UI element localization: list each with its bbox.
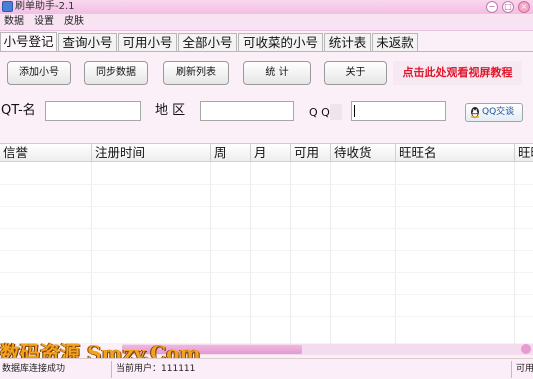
app-icon (2, 1, 13, 12)
qq-label-decoration (330, 104, 342, 120)
statistics-button[interactable]: 统 计 (243, 61, 311, 85)
column-register-time[interactable]: 注册时间 (92, 144, 210, 162)
refresh-list-button[interactable]: 刷新列表 (163, 61, 229, 85)
grid-line (0, 206, 533, 207)
current-user: 当前用户：111111 (114, 361, 512, 378)
tutorial-video-link[interactable]: 点击此处观看视屏教程 (393, 61, 522, 85)
grid-line (0, 250, 533, 251)
sync-data-button[interactable]: 同步数据 (84, 61, 148, 85)
menu-settings[interactable]: 设置 (32, 14, 56, 30)
qq-penguin-icon (470, 107, 480, 119)
tab-register-account[interactable]: 小号登记 (0, 32, 57, 52)
column-reputation[interactable]: 信誉 (0, 144, 91, 162)
scroll-right-icon[interactable] (521, 344, 531, 354)
status-right: 可用 (516, 364, 533, 374)
tab-unrefunded[interactable]: 未返款 (372, 33, 418, 52)
status-bar: 数据库连接成功 当前用户：111111 可用 (0, 358, 533, 379)
region-label: 地 区 (155, 103, 186, 118)
text-caret (354, 105, 355, 117)
qq-input[interactable] (351, 101, 446, 121)
maximize-icon[interactable]: □ (502, 1, 514, 13)
tab-all-accounts[interactable]: 全部小号 (178, 33, 237, 52)
grid-line (0, 272, 533, 273)
title-bar: 刷单助手-2.1 − □ × (0, 0, 533, 14)
window-controls: − □ × (486, 1, 530, 13)
tab-divider (0, 51, 533, 52)
window-title: 刷单助手-2.1 (15, 1, 75, 12)
tab-harvestable-accounts[interactable]: 可收菜的小号 (238, 33, 323, 52)
grid-line (0, 228, 533, 229)
close-icon[interactable]: × (518, 1, 530, 13)
qq-chat-label: QQ交谈 (482, 107, 515, 117)
table-header: 信誉 注册时间 周 月 可用 待收货 旺旺名 旺旺 (0, 144, 533, 162)
db-status: 数据库连接成功 (0, 361, 112, 378)
account-table[interactable]: 信誉 注册时间 周 月 可用 待收货 旺旺名 旺旺 (0, 143, 533, 344)
menu-bar: 数据 设置 皮肤 (0, 14, 533, 31)
qt-name-input[interactable] (45, 101, 141, 121)
region-input[interactable] (200, 101, 294, 121)
current-user-label: 当前用户： (116, 364, 162, 374)
tab-statistics[interactable]: 统计表 (324, 33, 371, 52)
grid-line (0, 294, 533, 295)
column-pending-receipt[interactable]: 待收货 (331, 144, 395, 162)
qq-label: Q Q (309, 106, 330, 119)
qq-chat-button[interactable]: QQ交谈 (465, 103, 523, 122)
grid-line (0, 184, 533, 185)
qt-name-label: QT-名 (1, 103, 36, 118)
column-available[interactable]: 可用 (291, 144, 330, 162)
add-account-button[interactable]: 添加小号 (7, 61, 71, 85)
column-wangwang-name[interactable]: 旺旺名 (396, 144, 514, 162)
column-wangwang[interactable]: 旺旺 (515, 144, 533, 162)
menu-skin[interactable]: 皮肤 (62, 14, 86, 30)
column-month[interactable]: 月 (251, 144, 290, 162)
column-week[interactable]: 周 (211, 144, 250, 162)
minimize-icon[interactable]: − (486, 1, 498, 13)
tab-bar: 小号登记 查询小号 可用小号 全部小号 可收菜的小号 统计表 未返款 (0, 32, 533, 52)
current-user-id: 111111 (161, 364, 196, 374)
about-button[interactable]: 关于 (324, 61, 387, 85)
tab-available-accounts[interactable]: 可用小号 (118, 33, 177, 52)
grid-line (0, 316, 533, 317)
tab-query-account[interactable]: 查询小号 (58, 33, 117, 52)
menu-data[interactable]: 数据 (2, 14, 26, 30)
